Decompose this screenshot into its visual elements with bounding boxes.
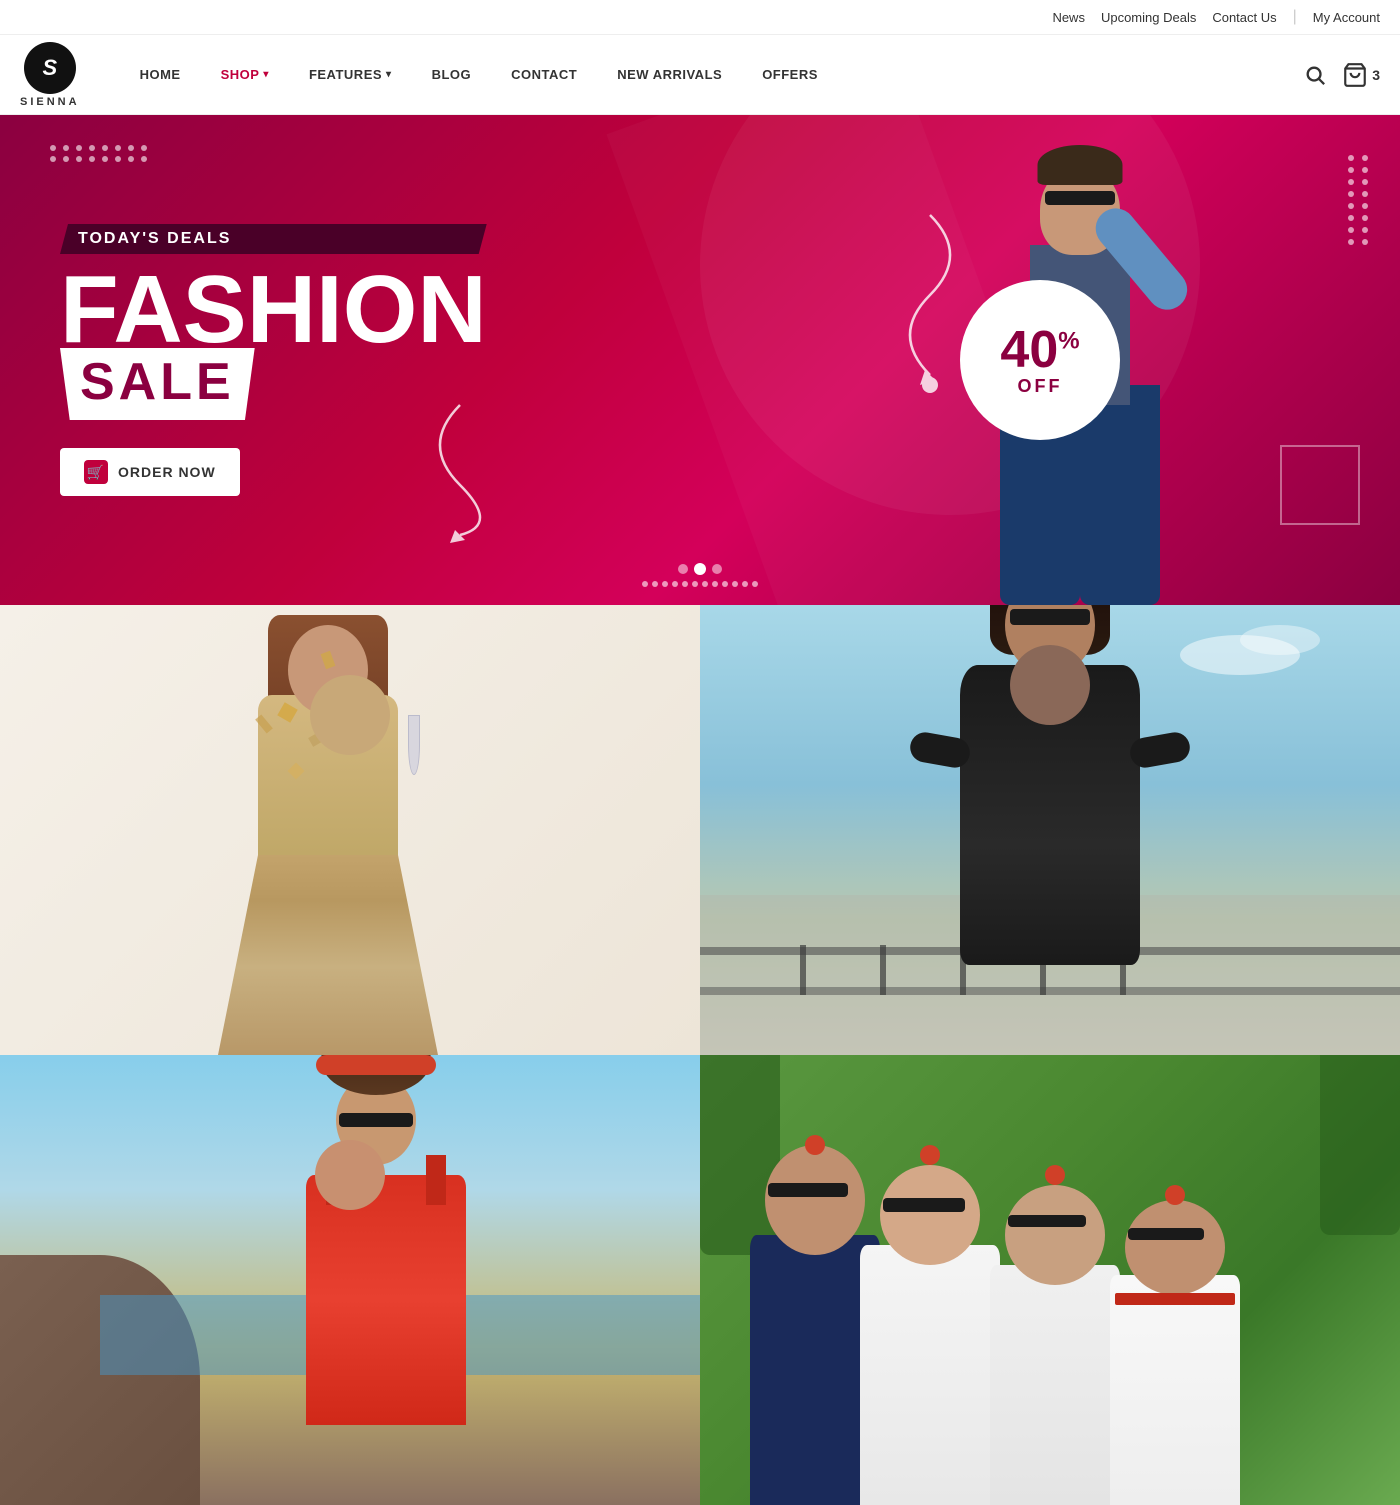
- cart-button[interactable]: 3: [1342, 62, 1380, 88]
- grid-item-2: [700, 605, 1400, 1055]
- main-nav: S SIENNA HOME SHOP ▾ FEATURES ▾ BLOG CON…: [0, 35, 1400, 115]
- logo-icon: S: [24, 42, 76, 94]
- nav-links: HOME SHOP ▾ FEATURES ▾ BLOG CONTACT NEW …: [120, 35, 1305, 115]
- logo-text: SIENNA: [20, 96, 80, 108]
- cart-icon: [1342, 62, 1368, 88]
- logo-link[interactable]: S SIENNA: [20, 42, 80, 108]
- nav-blog[interactable]: BLOG: [412, 35, 492, 115]
- hero-sale-text: SALE: [80, 352, 235, 412]
- hero-dots-right-decoration: [1348, 155, 1370, 245]
- grid-item-1: [0, 605, 700, 1055]
- nav-features[interactable]: FEATURES ▾: [289, 35, 412, 115]
- top-nav-news[interactable]: News: [1052, 10, 1085, 25]
- search-icon: [1304, 64, 1326, 86]
- top-bar: News Upcoming Deals Contact Us | My Acco…: [0, 0, 1400, 35]
- hero-sale-wrap: SALE: [60, 348, 255, 420]
- hero-banner: TODAY'S DEALS FASHION SALE 🛒 ORDER NOW 4…: [0, 115, 1400, 605]
- hero-nav-dot-2[interactable]: [694, 563, 706, 575]
- features-chevron-icon: ▾: [386, 69, 392, 80]
- grid-item-3: [0, 1055, 700, 1505]
- hero-nav-dot-3[interactable]: [712, 564, 722, 574]
- hero-fashion-text: FASHION: [60, 262, 487, 358]
- image-grid: [0, 605, 1400, 1505]
- nav-new-arrivals[interactable]: NEW ARRIVALS: [597, 35, 742, 115]
- hero-nav-dot-1[interactable]: [678, 564, 688, 574]
- sale-percent: 40%: [1000, 324, 1079, 376]
- sale-off-text: OFF: [1018, 376, 1063, 397]
- hero-content: TODAY'S DEALS FASHION SALE 🛒 ORDER NOW: [0, 224, 487, 496]
- nav-actions: 3: [1304, 62, 1380, 88]
- shop-chevron-icon: ▾: [263, 69, 269, 80]
- grid-item-4: [700, 1055, 1400, 1505]
- search-button[interactable]: [1304, 64, 1326, 86]
- top-nav-upcoming-deals[interactable]: Upcoming Deals: [1101, 10, 1196, 25]
- group-person-4: [1110, 1185, 1240, 1505]
- top-bar-separator: |: [1293, 8, 1297, 26]
- nav-offers[interactable]: OFFERS: [742, 35, 838, 115]
- cart-count: 3: [1372, 67, 1380, 83]
- nav-home[interactable]: HOME: [120, 35, 201, 115]
- group-person-2: [860, 1145, 1000, 1505]
- hero-subtitle: TODAY'S DEALS: [60, 224, 487, 254]
- hero-dots-top-decoration: [50, 145, 149, 162]
- figure-black-woman: [950, 605, 1150, 965]
- top-nav-my-account[interactable]: My Account: [1313, 10, 1380, 25]
- hero-sale-circle: 40% OFF: [960, 280, 1120, 440]
- nav-shop[interactable]: SHOP ▾: [201, 35, 289, 115]
- hero-main-text: FASHION SALE: [60, 262, 487, 420]
- nav-contact[interactable]: CONTACT: [491, 35, 597, 115]
- hero-nav-dots: [678, 563, 722, 575]
- hero-dots-row: [642, 581, 758, 587]
- figure-gold-woman: [218, 675, 438, 1055]
- order-now-label: ORDER NOW: [118, 464, 216, 480]
- figure-beach-woman: [296, 1075, 476, 1425]
- hero-swirl-right: [850, 195, 970, 395]
- order-now-button[interactable]: 🛒 ORDER NOW: [60, 448, 240, 496]
- order-cart-icon: 🛒: [84, 460, 108, 484]
- group-person-3: [990, 1165, 1120, 1505]
- hero-square-decoration: [1280, 445, 1360, 525]
- hero-swirl-left: [430, 385, 530, 545]
- top-nav-contact-us[interactable]: Contact Us: [1212, 10, 1276, 25]
